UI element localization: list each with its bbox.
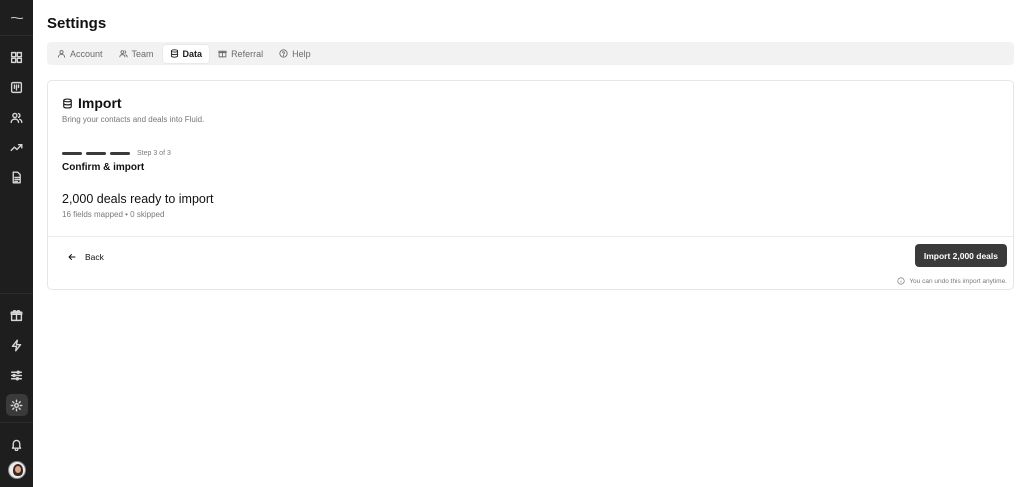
trending-icon[interactable] bbox=[6, 136, 28, 158]
main-content: Settings Account Team Data Referral Help bbox=[33, 0, 1024, 487]
tab-label: Team bbox=[131, 48, 154, 59]
tab-label: Help bbox=[292, 48, 311, 59]
back-label: Back bbox=[85, 252, 104, 262]
lightning-icon[interactable] bbox=[6, 334, 28, 356]
import-card: Import Bring your contacts and deals int… bbox=[47, 80, 1014, 290]
undo-note: You can undo this import anytime. bbox=[897, 277, 1007, 285]
avatar[interactable] bbox=[7, 461, 26, 479]
tab-help[interactable]: Help bbox=[272, 45, 318, 63]
import-title: Import bbox=[62, 94, 999, 112]
step-title: Confirm & import bbox=[62, 162, 145, 173]
users-icon[interactable] bbox=[6, 106, 28, 128]
logo-mark-icon bbox=[10, 16, 23, 19]
user-icon bbox=[57, 50, 66, 58]
import-card-footer: Back Import 2,000 deals You can undo thi… bbox=[48, 237, 1013, 290]
tab-label: Referral bbox=[231, 48, 264, 59]
step-bar-1 bbox=[62, 151, 82, 155]
gear-icon[interactable] bbox=[5, 394, 28, 416]
logo[interactable] bbox=[0, 0, 33, 36]
info-icon bbox=[897, 277, 905, 285]
database-icon bbox=[63, 97, 72, 109]
import-subtitle: Bring your contacts and deals into Fluid… bbox=[62, 115, 205, 124]
arrow-left-icon bbox=[68, 254, 76, 260]
summary-subtitle: 16 fields mapped • 0 skipped bbox=[62, 210, 165, 219]
tab-label: Account bbox=[70, 48, 103, 59]
page-title: Settings bbox=[47, 15, 107, 32]
import-button[interactable]: Import 2,000 deals bbox=[914, 244, 1007, 267]
step-label: Step 3 of 3 bbox=[137, 149, 171, 157]
import-title-text: Import bbox=[78, 95, 122, 111]
tab-data[interactable]: Data bbox=[162, 44, 210, 63]
document-icon[interactable] bbox=[6, 166, 28, 188]
tab-team[interactable]: Team bbox=[112, 45, 161, 63]
settings-tabs: Account Team Data Referral Help bbox=[47, 42, 1014, 65]
dashboard-icon[interactable] bbox=[6, 46, 28, 68]
help-icon bbox=[279, 49, 288, 58]
tab-account[interactable]: Account bbox=[50, 45, 110, 63]
sidebar bbox=[0, 0, 33, 487]
back-button[interactable]: Back bbox=[68, 249, 104, 265]
sliders-icon[interactable] bbox=[6, 364, 28, 386]
import-card-body: Import Bring your contacts and deals int… bbox=[48, 81, 1013, 237]
step-bar-2 bbox=[86, 151, 106, 155]
team-icon bbox=[118, 50, 128, 58]
kanban-icon[interactable] bbox=[6, 76, 28, 98]
summary-title: 2,000 deals ready to import bbox=[62, 192, 214, 206]
step-indicator: Step 3 of 3 bbox=[62, 148, 999, 158]
gift-icon bbox=[218, 50, 227, 58]
bell-icon[interactable] bbox=[6, 433, 28, 455]
tab-label: Data bbox=[182, 48, 203, 59]
gift-icon[interactable] bbox=[6, 304, 28, 326]
step-bar-3 bbox=[110, 151, 130, 155]
undo-note-text: You can undo this import anytime. bbox=[909, 277, 1007, 285]
database-icon bbox=[170, 49, 178, 58]
app-root: Settings Account Team Data Referral Help bbox=[0, 0, 1024, 487]
tab-referral[interactable]: Referral bbox=[211, 45, 270, 63]
